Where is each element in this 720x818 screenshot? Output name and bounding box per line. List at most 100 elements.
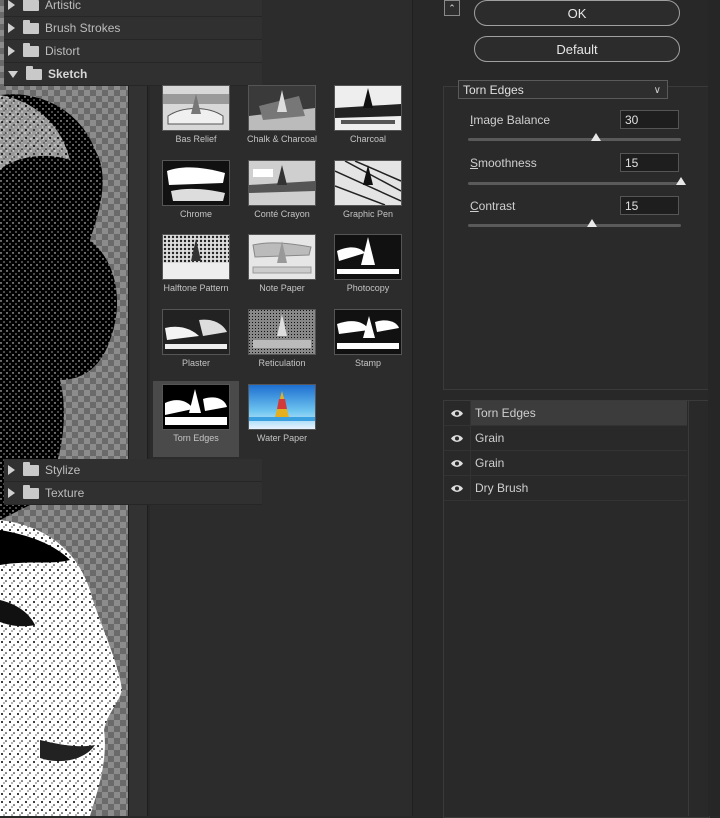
collapse-triangle-icon[interactable]	[8, 71, 18, 78]
smoothness-input[interactable]: 15	[620, 153, 679, 172]
folder-label: Distort	[45, 44, 80, 58]
slider-knob[interactable]	[591, 133, 601, 141]
filter-select-value: Torn Edges	[463, 83, 524, 97]
ok-button[interactable]: OK	[474, 0, 680, 26]
photocopy-thumbnail-image	[334, 234, 402, 280]
filter-thumb-stamp[interactable]: Stamp	[325, 309, 411, 381]
filter-thumb-torn-edges[interactable]: Torn Edges	[153, 381, 239, 457]
open-folder-icon	[26, 65, 42, 80]
halftone-pattern-thumbnail-image	[162, 234, 230, 280]
filter-thumb-water-paper[interactable]: Water Paper	[239, 384, 325, 456]
expand-triangle-icon[interactable]	[8, 23, 15, 33]
filter-parameters-box	[443, 86, 710, 390]
filter-thumb-bas-relief[interactable]: Bas Relief	[153, 85, 239, 157]
stamp-thumbnail-image	[334, 309, 402, 355]
thumb-label: Photocopy	[346, 283, 390, 293]
thumb-label: Stamp	[354, 358, 381, 368]
filter-thumb-reticulation[interactable]: Reticulation	[239, 309, 325, 381]
slider-knob[interactable]	[676, 177, 686, 185]
folder-icon	[23, 484, 39, 499]
eye-icon[interactable]	[444, 426, 471, 450]
folder-icon	[23, 0, 39, 11]
thumb-label: Graphic Pen	[342, 209, 394, 219]
thumb-label: Bas Relief	[175, 134, 217, 144]
folder-label: Artistic	[45, 0, 81, 12]
chrome-thumbnail-image	[162, 160, 230, 206]
filter-thumb-chalk-charcoal[interactable]: Chalk & Charcoal	[239, 85, 325, 157]
eye-icon[interactable]	[444, 451, 471, 475]
chevron-down-icon: ∨	[653, 85, 661, 96]
thumb-label: Conté Crayon	[254, 209, 310, 219]
effect-layer-row[interactable]: Grain	[444, 451, 687, 476]
expand-triangle-icon[interactable]	[8, 0, 15, 10]
default-button[interactable]: Default	[474, 36, 680, 62]
effect-layer-label: Grain	[475, 431, 505, 445]
graphic-pen-thumbnail-image	[334, 160, 402, 206]
effect-layer-row[interactable]: Torn Edges	[444, 401, 687, 426]
layers-scrollbar[interactable]	[688, 400, 709, 816]
conte-crayon-thumbnail-image	[248, 160, 316, 206]
folder-stylize[interactable]: Stylize	[4, 459, 262, 482]
filter-thumb-photocopy[interactable]: Photocopy	[325, 234, 411, 306]
folder-label: Sketch	[48, 67, 88, 81]
charcoal-thumbnail-image	[334, 85, 402, 131]
filter-thumb-note-paper[interactable]: Note Paper	[239, 234, 325, 306]
folder-artistic[interactable]: Artistic	[4, 0, 262, 17]
thumb-label: Charcoal	[349, 134, 387, 144]
expand-triangle-icon[interactable]	[8, 488, 15, 498]
filter-thumb-conte-crayon[interactable]: Conté Crayon	[239, 160, 325, 232]
filter-thumb-charcoal[interactable]: Charcoal	[325, 85, 411, 157]
thumb-label: Chrome	[179, 209, 212, 219]
folder-texture[interactable]: Texture	[4, 482, 262, 505]
folder-icon	[23, 42, 39, 57]
image-balance-input[interactable]: 30	[620, 110, 679, 129]
thumb-label: Note Paper	[259, 283, 305, 293]
contrast-slider[interactable]	[468, 219, 681, 227]
thumb-label: Plaster	[181, 358, 210, 368]
reticulation-thumbnail-image	[248, 309, 316, 355]
folder-label: Texture	[45, 486, 85, 500]
expand-triangle-icon[interactable]	[8, 465, 15, 475]
thumb-label: Halftone Pattern	[163, 283, 229, 293]
effect-layer-label: Dry Brush	[475, 481, 529, 495]
chalk-charcoal-thumbnail-image	[248, 85, 316, 131]
effect-layer-label: Grain	[475, 456, 505, 470]
eye-icon[interactable]	[444, 476, 471, 500]
eye-icon[interactable]	[444, 401, 471, 425]
filter-thumb-graphic-pen[interactable]: Graphic Pen	[325, 160, 411, 232]
preview-scrollbar[interactable]	[128, 0, 148, 816]
folder-brush-strokes[interactable]: Brush Strokes	[4, 17, 262, 40]
image-balance-label: Image Balance	[470, 113, 551, 127]
effect-layer-label: Torn Edges	[471, 401, 687, 425]
image-balance-slider[interactable]	[468, 133, 681, 141]
image-preview-canvas[interactable]	[0, 0, 128, 816]
effect-layer-row[interactable]: Dry Brush	[444, 476, 687, 501]
folder-label: Stylize	[45, 463, 81, 477]
bas-relief-thumbnail-image	[162, 85, 230, 131]
note-paper-thumbnail-image	[248, 234, 316, 280]
effect-layer-row[interactable]: Grain	[444, 426, 687, 451]
thumb-label: Water Paper	[256, 433, 308, 443]
folder-icon	[23, 461, 39, 476]
folder-icon	[23, 19, 39, 34]
torn-edges-preview-image	[0, 94, 122, 816]
folder-label: Brush Strokes	[45, 21, 121, 35]
contrast-label: Contrast	[470, 199, 516, 213]
thumb-label: Reticulation	[258, 358, 306, 368]
expand-triangle-icon[interactable]	[8, 46, 15, 56]
smoothness-slider[interactable]	[468, 177, 686, 185]
smoothness-label: Smoothness	[470, 156, 537, 170]
thumb-label: Chalk & Charcoal	[246, 134, 318, 144]
filter-select-dropdown[interactable]: Torn Edges ∨	[458, 80, 668, 99]
filter-thumb-chrome[interactable]: Chrome	[153, 160, 239, 232]
slider-knob[interactable]	[587, 219, 597, 227]
filter-thumb-halftone-pattern[interactable]: Halftone Pattern	[153, 234, 239, 306]
window-edge	[708, 0, 720, 816]
collapse-gallery-icon[interactable]: ⌃	[444, 0, 460, 16]
filter-thumb-plaster[interactable]: Plaster	[153, 309, 239, 381]
water-paper-thumbnail-image	[248, 384, 316, 430]
folder-sketch[interactable]: Sketch	[4, 63, 262, 86]
folder-distort[interactable]: Distort	[4, 40, 262, 63]
thumb-label: Torn Edges	[173, 433, 219, 443]
contrast-input[interactable]: 15	[620, 196, 679, 215]
